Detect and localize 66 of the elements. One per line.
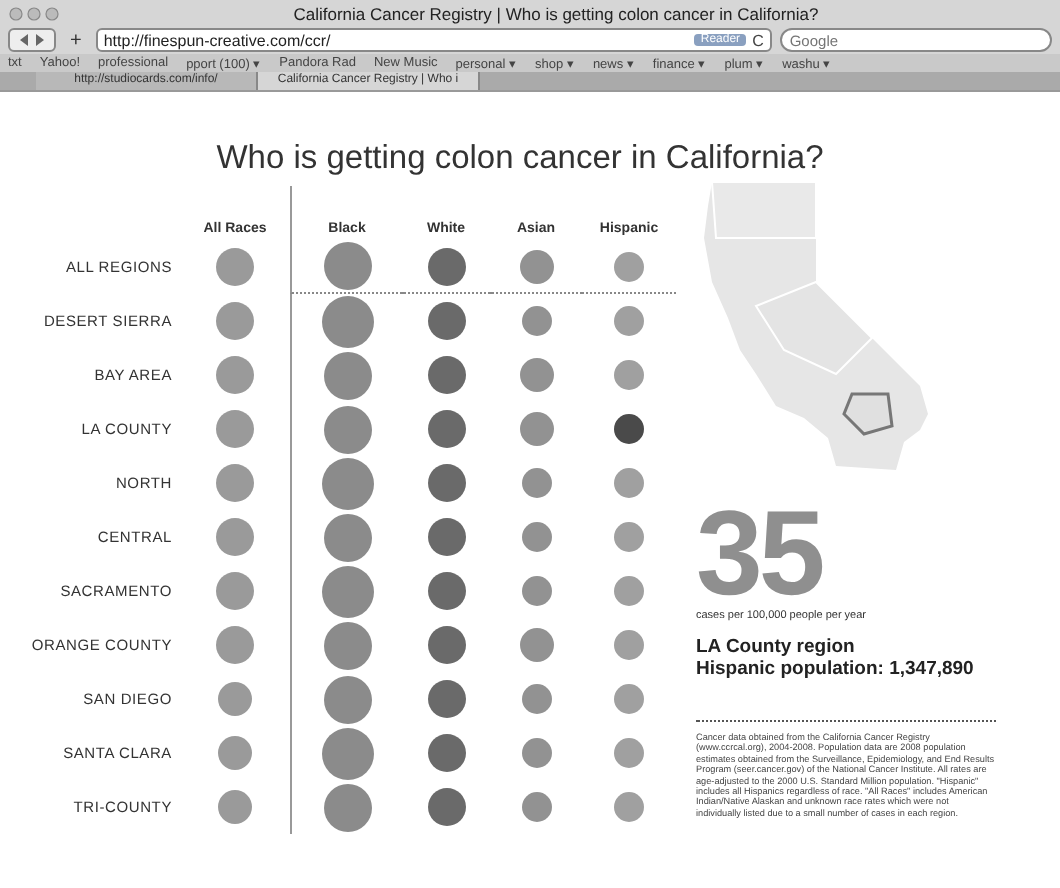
rate-dot[interactable] [218,790,252,824]
population-text: Hispanic population: 1,347,890 [696,658,976,680]
rate-dot[interactable] [521,684,551,714]
rate-dot[interactable] [521,792,551,822]
rate-dot[interactable] [519,412,553,446]
rate-dot[interactable] [427,626,465,664]
rate-dot[interactable] [614,414,644,444]
rate-dot[interactable] [521,738,551,768]
rate-dot[interactable] [218,736,252,770]
rate-dot[interactable] [323,621,371,669]
rate-dot[interactable] [519,358,553,392]
add-bookmark-button[interactable]: + [64,29,88,51]
rate-dot[interactable] [216,302,254,340]
rate-dot[interactable] [614,360,644,390]
back-forward-icon [18,34,46,46]
rate-dot[interactable] [216,410,254,448]
rate-dot[interactable] [427,247,465,285]
rate-dot[interactable] [614,522,644,552]
rate-dot[interactable] [321,727,373,779]
rate-dot[interactable] [216,356,254,394]
rate-dot[interactable] [323,675,371,723]
rate-dot[interactable] [216,518,254,556]
region-name: LA County region [696,636,857,658]
rate-dot[interactable] [427,518,465,556]
rate-dot[interactable] [614,468,644,498]
rate-number: 35 [696,502,824,606]
page-heading: Who is getting colon cancer in California? [214,138,826,178]
rate-dot[interactable] [323,351,371,399]
rate-dot[interactable] [427,734,465,772]
rate-dot[interactable] [427,356,465,394]
rate-dot[interactable] [521,576,551,606]
rate-dot[interactable] [519,628,553,662]
rate-dot[interactable] [216,248,254,286]
back-forward-button[interactable] [8,28,56,52]
rate-dot[interactable] [614,306,644,336]
rate-dot[interactable] [614,576,644,606]
rate-dot[interactable] [427,464,465,502]
rate-dot[interactable] [321,295,373,347]
rate-dot[interactable] [427,410,465,448]
rate-dot[interactable] [521,306,551,336]
rate-dot[interactable] [323,242,371,290]
rate-dot[interactable] [323,513,371,561]
rate-dot[interactable] [614,684,644,714]
rate-dot[interactable] [216,464,254,502]
rate-dot[interactable] [323,405,371,453]
rate-dot[interactable] [427,572,465,610]
url-text: http://finespun-creative.com/ccr/ [103,31,333,49]
rate-dot[interactable] [614,630,644,660]
rate-dot[interactable] [427,680,465,718]
rate-dot[interactable] [614,251,644,281]
rate-dot[interactable] [614,738,644,768]
rate-dot[interactable] [427,788,465,826]
rate-dot[interactable] [216,572,254,610]
rate-dot[interactable] [321,457,373,509]
rate-dot[interactable] [216,626,254,664]
rate-dot[interactable] [614,792,644,822]
rate-dot[interactable] [521,468,551,498]
reload-button[interactable]: C [752,31,764,49]
rate-dot[interactable] [323,783,371,831]
rate-dot[interactable] [427,302,465,340]
rate-dot[interactable] [521,522,551,552]
window-controls-icon[interactable] [8,5,60,21]
rate-dot[interactable] [519,249,553,283]
rate-dot[interactable] [218,682,252,716]
window-title: California Cancer Registry | Who is getting colon cancer in California? [291,3,821,23]
rate-dot[interactable] [321,565,373,617]
